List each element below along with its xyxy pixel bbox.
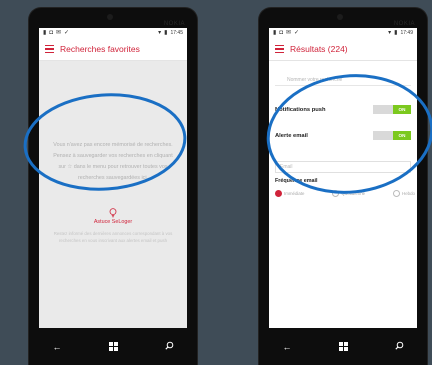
search-name-input[interactable]: Nommer votre recherche xyxy=(275,74,411,86)
email-alert-row: Alerte email ON xyxy=(275,131,411,140)
push-toggle-state: ON xyxy=(393,105,411,114)
camera xyxy=(107,14,113,20)
check-icon: ✓ xyxy=(63,30,69,36)
windows-icon[interactable] xyxy=(338,342,348,351)
tip-text: Restez informé des dernières annonces co… xyxy=(53,231,173,243)
email-field[interactable]: Email xyxy=(275,161,411,173)
right-screen: ▮ ◘ ✉ ✓ ▾ ▮ 17:49 Résultats (224) Nommer… xyxy=(269,28,417,328)
email-alert-toggle[interactable]: ON xyxy=(373,131,411,140)
battery-icon: ▮ xyxy=(394,30,398,36)
radio-selected-icon xyxy=(275,190,282,197)
search-icon[interactable] xyxy=(394,341,404,352)
status-bar: ▮ ◘ ✉ ✓ ▾ ▮ 17:45 xyxy=(39,28,187,38)
app-bar: Résultats (224) xyxy=(269,38,417,61)
wifi-icon: ▾ xyxy=(158,30,162,36)
signal-icon: ▮ xyxy=(43,30,47,36)
push-label: Notifications push xyxy=(275,106,326,113)
status-time: 17:49 xyxy=(400,30,413,36)
shield-icon: ◘ xyxy=(279,30,283,36)
windows-icon[interactable] xyxy=(108,342,118,351)
menu-icon[interactable] xyxy=(45,45,54,53)
push-toggle[interactable]: ON xyxy=(373,105,411,114)
brand-logo: NOKIA xyxy=(163,21,185,27)
frequency-option-label: Immédiate xyxy=(284,191,305,196)
push-row: Notifications push ON xyxy=(275,105,411,114)
signal-icon: ▮ xyxy=(273,30,277,36)
app-bar: Recherches favorites xyxy=(39,38,187,61)
battery-icon: ▮ xyxy=(164,30,168,36)
radio-icon xyxy=(332,190,340,197)
left-phone: NOKIA ▮ ◘ ✉ ✓ ▾ ▮ 17:45 Recherches favor… xyxy=(29,8,197,365)
shield-icon: ◘ xyxy=(49,30,53,36)
back-icon[interactable]: ← xyxy=(283,342,292,352)
frequency-option-label: Hebdo xyxy=(402,191,415,196)
left-screen: ▮ ◘ ✉ ✓ ▾ ▮ 17:45 Recherches favorites V… xyxy=(39,28,187,328)
nav-bar: ← xyxy=(29,328,197,365)
search-icon[interactable] xyxy=(164,341,174,352)
brand-logo: NOKIA xyxy=(393,21,415,27)
back-icon[interactable]: ← xyxy=(53,342,62,352)
menu-icon[interactable] xyxy=(275,45,284,53)
status-time: 17:45 xyxy=(170,30,183,36)
radio-icon xyxy=(393,190,401,197)
camera xyxy=(337,14,343,20)
empty-state-message: Vous n'avez pas encore mémorisé de reche… xyxy=(53,142,173,181)
tip-title: Astuce SeLoger xyxy=(93,219,133,225)
frequency-option[interactable]: Quotidienne xyxy=(332,190,365,197)
frequency-radio-group: Immédiate Quotidienne Hebdo xyxy=(275,190,415,197)
mail-icon: ✉ xyxy=(285,30,291,36)
right-phone: NOKIA ▮ ◘ ✉ ✓ ▾ ▮ 17:49 Résultats (224) … xyxy=(259,8,427,365)
check-icon: ✓ xyxy=(293,30,299,36)
status-bar: ▮ ◘ ✉ ✓ ▾ ▮ 17:49 xyxy=(269,28,417,38)
email-alert-toggle-state: ON xyxy=(393,131,411,140)
wifi-icon: ▾ xyxy=(388,30,392,36)
frequency-label: Fréquence email xyxy=(275,178,318,184)
mail-icon: ✉ xyxy=(55,30,61,36)
frequency-option-label: Quotidienne xyxy=(341,191,366,196)
page-title: Recherches favorites xyxy=(60,44,140,54)
page-title: Résultats (224) xyxy=(290,44,348,54)
frequency-option[interactable]: Hebdo xyxy=(393,190,415,197)
email-alert-label: Alerte email xyxy=(275,132,308,139)
nav-bar: ← xyxy=(259,328,427,365)
frequency-option[interactable]: Immédiate xyxy=(275,190,305,197)
